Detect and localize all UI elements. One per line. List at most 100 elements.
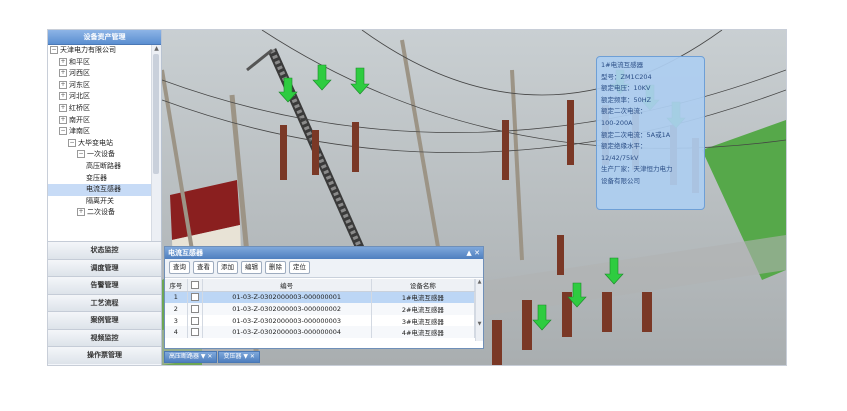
grid-column-header[interactable]: 设备名称 xyxy=(371,279,476,292)
row-device-name: 4#电流互感器 xyxy=(371,326,476,338)
table-row[interactable]: 2 01-03-Z-0302000003-000000002 2#电流互感器 xyxy=(165,303,476,315)
tree-node[interactable]: − 大毕变电站 xyxy=(48,138,151,150)
tree-scrollbar[interactable]: ▲ xyxy=(151,45,161,241)
tree-node[interactable]: + 南开区 xyxy=(48,115,151,127)
tree-node-label: 河东区 xyxy=(69,80,90,89)
toolbar-button[interactable]: 查询 xyxy=(169,261,190,274)
tooltip-line: 额定电压：10KV xyxy=(601,84,651,93)
tooltip-line: 额定二次电流：5A或1A xyxy=(601,130,671,139)
expand-icon[interactable]: + xyxy=(59,80,67,89)
row-index: 2 xyxy=(165,303,188,315)
table-row[interactable]: 3 01-03-Z-0302000003-000000003 3#电流互感器 xyxy=(165,314,476,327)
row-code: 01-03-Z-0302000003-000000004 xyxy=(202,326,372,338)
tree-node-label: 隔离开关 xyxy=(86,196,114,205)
collapse-icon[interactable]: − xyxy=(77,150,85,159)
tree-node[interactable]: 变压器 xyxy=(48,173,151,185)
toolbar-button[interactable]: 定位 xyxy=(289,261,310,274)
select-all-checkbox[interactable] xyxy=(190,280,199,289)
tree-node[interactable]: + 和平区 xyxy=(48,57,151,69)
tree-node[interactable]: 高压断路器 xyxy=(48,161,151,173)
sidebar-nav: 状态监控 调度管理 告警管理 工艺流程 案例管理 视频监控 操作票管理 xyxy=(48,241,161,364)
grid-column-header[interactable]: 编号 xyxy=(202,279,372,292)
table-row[interactable]: 4 01-03-Z-0302000003-000000004 4#电流互感器 xyxy=(165,326,476,338)
tree-node-label: 南开区 xyxy=(69,115,90,124)
collapse-icon[interactable]: − xyxy=(68,138,76,147)
tree-node[interactable]: + 河西区 xyxy=(48,68,151,80)
grid-column-header[interactable]: 序号 xyxy=(165,279,188,292)
scroll-thumb[interactable] xyxy=(153,54,159,174)
tooltip-line: 12/42/75kV xyxy=(601,153,639,162)
tree-node[interactable]: 电流互感器 xyxy=(48,184,151,196)
expand-icon[interactable]: + xyxy=(59,92,67,101)
tree-node[interactable]: + 二次设备 xyxy=(48,207,151,219)
tooltip-line: 额定频率：50HZ xyxy=(601,95,652,104)
table-row[interactable]: 1 01-03-Z-0302000003-000000001 1#电流互感器 xyxy=(165,291,476,304)
panel-title: 电流互感器 ▲ ✕ xyxy=(165,247,483,259)
row-checkbox[interactable] xyxy=(190,316,199,325)
toolbar-button[interactable]: 查看 xyxy=(193,261,214,274)
tree-node[interactable]: + 红桥区 xyxy=(48,103,151,115)
tree-node[interactable]: − 天津电力有限公司 xyxy=(48,45,151,57)
tooltip-line: 额定二次电流： xyxy=(601,107,647,116)
row-checkbox-cell xyxy=(187,303,203,315)
toolbar-button[interactable]: 删除 xyxy=(265,261,286,274)
row-code: 01-03-Z-0302000003-000000002 xyxy=(202,303,372,315)
tree-node-label: 红桥区 xyxy=(69,103,90,112)
expand-icon[interactable]: + xyxy=(59,103,67,112)
row-checkbox[interactable] xyxy=(190,328,199,337)
row-checkbox-cell xyxy=(187,291,203,304)
ct-panel: 电流互感器 ▲ ✕ 查询 查看 添加 编辑 删除 定位 序号 编号 设备名称 1 01-03-Z… xyxy=(164,246,484,349)
row-code: 01-03-Z-0302000003-000000001 xyxy=(202,291,372,304)
tree-node[interactable]: − 一次设备 xyxy=(48,149,151,161)
device-grid: 序号 编号 设备名称 1 01-03-Z-0302000003-000000001 1#… xyxy=(165,279,476,338)
tree-node-label: 和平区 xyxy=(69,57,90,66)
device-tree: − 天津电力有限公司 + 和平区 + 河西区 + 河东区 + 河北区 + 红桥区 + 南开区 − 津南区 − 大毕… xyxy=(48,45,151,241)
row-index: 1 xyxy=(165,291,188,304)
nav-item[interactable]: 视频监控 xyxy=(48,328,161,346)
tree-node[interactable]: + 河北区 xyxy=(48,91,151,103)
row-index: 4 xyxy=(165,326,188,338)
tree-node[interactable]: 隔离开关 xyxy=(48,196,151,208)
toolbar-button[interactable]: 编辑 xyxy=(241,261,262,274)
device-tooltip: 1#电流互感器 型号：ZM1C204 额定电压：10KV 额定频率：50HZ 额定二次电… xyxy=(596,56,705,210)
bottom-tab[interactable]: 变压器 ▼ ✕ xyxy=(218,351,260,363)
bottom-tab[interactable]: 高压断路器 ▼ ✕ xyxy=(164,351,218,363)
bottom-tab-strip: 高压断路器 ▼ ✕ 变压器 ▼ ✕ xyxy=(164,351,261,363)
expand-icon[interactable]: + xyxy=(59,115,67,124)
panel-title-text: 电流互感器 xyxy=(168,249,203,257)
nav-item[interactable]: 工艺流程 xyxy=(48,293,161,311)
grid-header: 序号 编号 设备名称 xyxy=(165,279,476,292)
nav-item[interactable]: 操作票管理 xyxy=(48,346,161,364)
grid-column-header[interactable] xyxy=(187,279,203,292)
grid-scrollbar[interactable]: ▲ ▼ xyxy=(475,279,483,341)
nav-item[interactable]: 调度管理 xyxy=(48,258,161,276)
tree-node-label: 天津电力有限公司 xyxy=(60,46,116,54)
nav-item[interactable]: 状态监控 xyxy=(48,241,161,259)
nav-item[interactable]: 告警管理 xyxy=(48,276,161,294)
tree-node-label: 二次设备 xyxy=(87,208,115,217)
expand-icon[interactable]: + xyxy=(59,69,67,78)
row-checkbox[interactable] xyxy=(190,293,199,302)
row-checkbox[interactable] xyxy=(190,304,199,313)
row-checkbox-cell xyxy=(187,326,203,338)
sidebar-header: 设备资产管理 xyxy=(48,30,161,45)
panel-toolbar: 查询 查看 添加 编辑 删除 定位 xyxy=(165,259,483,278)
tooltip-line: 型号：ZM1C204 xyxy=(601,72,652,81)
tree-node-label: 大毕变电站 xyxy=(78,138,113,147)
nav-item[interactable]: 案例管理 xyxy=(48,311,161,329)
expand-icon[interactable]: + xyxy=(77,208,85,217)
collapse-icon[interactable]: − xyxy=(59,127,67,136)
expand-icon[interactable]: + xyxy=(59,57,67,66)
row-device-name: 2#电流互感器 xyxy=(371,303,476,315)
row-device-name: 3#电流互感器 xyxy=(371,314,476,327)
panel-controls[interactable]: ▲ ✕ xyxy=(466,247,480,259)
row-checkbox-cell xyxy=(187,314,203,327)
collapse-icon[interactable]: − xyxy=(50,46,58,54)
tooltip-line: 生产厂家：天津恒力电力 xyxy=(601,165,673,174)
tree-node[interactable]: + 河东区 xyxy=(48,80,151,92)
tree-node-label: 高压断路器 xyxy=(86,161,121,170)
tooltip-line: 1#电流互感器 xyxy=(601,61,644,69)
toolbar-button[interactable]: 添加 xyxy=(217,261,238,274)
tree-node[interactable]: − 津南区 xyxy=(48,126,151,138)
scroll-up-icon[interactable]: ▲ xyxy=(152,45,161,53)
